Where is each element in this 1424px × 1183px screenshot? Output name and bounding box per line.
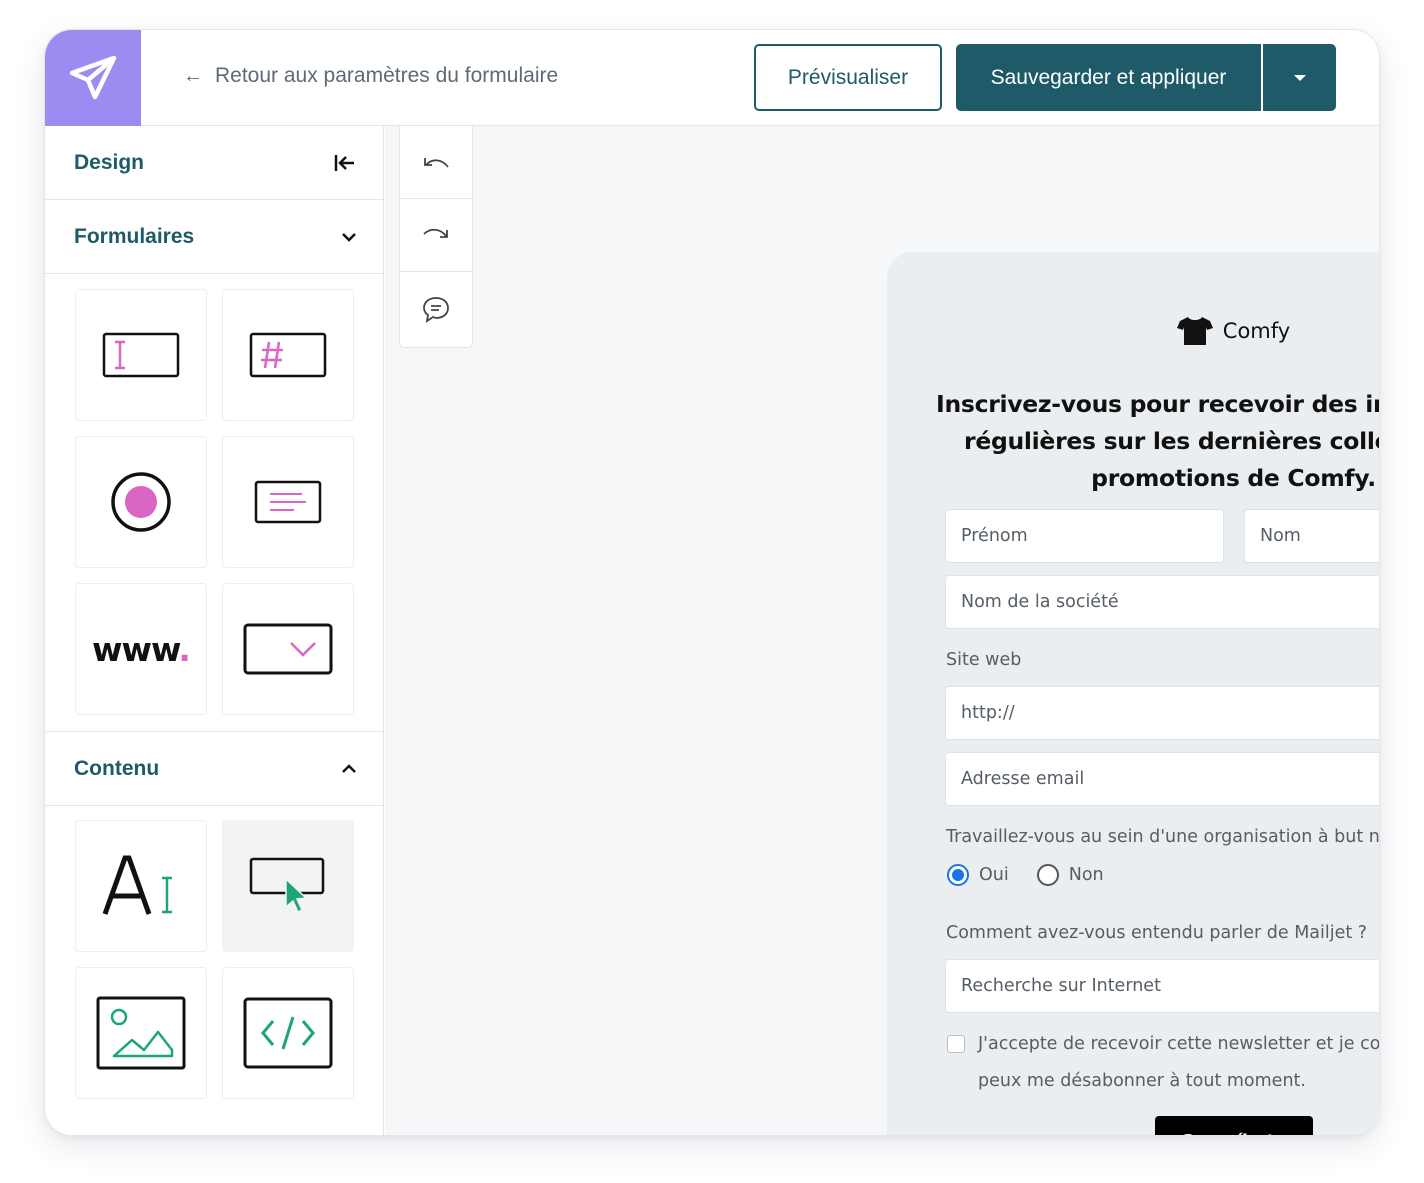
radio-tile[interactable] (75, 436, 207, 568)
company-field[interactable]: Nom de la société (945, 575, 1379, 629)
subscribe-button[interactable]: Suscríbete (1155, 1116, 1313, 1135)
heard-select[interactable]: Recherche sur Internet (945, 959, 1379, 1013)
collapse-panel-icon[interactable] (333, 153, 357, 173)
button-block-tile[interactable] (222, 820, 354, 952)
first-name-placeholder: Prénom (961, 526, 1028, 546)
number-field-icon (249, 332, 327, 378)
textarea-icon (254, 480, 322, 524)
chevron-up-icon (342, 763, 356, 773)
nonprofit-question: Travaillez-vous au sein d'une organisati… (946, 827, 1380, 847)
save-options-dropdown[interactable] (1263, 44, 1336, 111)
save-apply-button[interactable]: Sauvegarder et appliquer (956, 44, 1261, 111)
design-title: Design (74, 150, 145, 174)
redo-button[interactable] (400, 199, 472, 272)
radio-no[interactable] (1036, 864, 1059, 886)
code-block-icon (243, 997, 333, 1069)
website-field[interactable]: http:// (945, 686, 1379, 740)
form-headline: Inscrivez-vous pour recevoir des informa… (936, 390, 1379, 492)
back-link-label: Retour aux paramètres du formulaire (215, 64, 559, 87)
url-field-icon: www. (92, 629, 191, 669)
heard-select-value: Recherche sur Internet (961, 976, 1161, 996)
content-title: Contenu (74, 756, 160, 780)
app-logo[interactable] (45, 30, 141, 126)
website-label: Site web (946, 650, 1022, 670)
editor-canvas: Comfy Inscrivez-vous pour recevoir des i… (385, 126, 1380, 1135)
dropdown-icon (243, 623, 333, 675)
last-name-field[interactable]: Nom (1244, 509, 1379, 563)
text-block-tile[interactable] (75, 820, 207, 952)
brand-name: Comfy (1222, 319, 1291, 343)
button-block-icon (249, 857, 325, 914)
consent-checkbox[interactable] (947, 1035, 965, 1053)
textarea-tile[interactable] (222, 436, 354, 568)
heard-question: Comment avez-vous entendu parler de Mail… (946, 923, 1368, 943)
forms-title: Formulaires (74, 224, 195, 248)
image-block-icon (96, 996, 186, 1070)
brand-header: Comfy (887, 316, 1379, 346)
company-placeholder: Nom de la société (961, 592, 1119, 612)
email-field[interactable]: Adresse email (945, 752, 1379, 806)
history-toolbar (399, 126, 473, 348)
caret-down-icon (1293, 74, 1306, 81)
radio-yes[interactable] (947, 864, 969, 886)
preview-button[interactable]: Prévisualiser (754, 44, 942, 111)
tshirt-logo-icon (1176, 317, 1213, 345)
undo-button[interactable] (400, 126, 472, 199)
forms-section-header[interactable]: Formulaires (45, 200, 383, 274)
image-block-tile[interactable] (75, 967, 207, 1099)
www-dot: . (178, 629, 191, 669)
consent-text: J'accepte de recevoir cette newsletter e… (978, 1034, 1380, 1091)
www-text: www (92, 629, 179, 669)
comment-icon (423, 296, 449, 323)
dropdown-tile[interactable] (222, 583, 354, 715)
nonprofit-radio-group: Oui Non (947, 864, 1104, 886)
app-window: Comfy Inscrivez-vous pour recevoir des i… (44, 29, 1380, 1136)
top-bar: ← Retour aux paramètres du formulaire Pr… (45, 30, 1379, 126)
content-section-header[interactable]: Contenu (45, 731, 383, 806)
form-preview-card: Comfy Inscrivez-vous pour recevoir des i… (887, 252, 1380, 1135)
code-block-tile[interactable] (222, 967, 354, 1099)
email-placeholder: Adresse email (961, 769, 1085, 789)
radio-yes-label: Oui (979, 865, 1009, 885)
undo-icon (424, 158, 449, 168)
chevron-down-icon (342, 232, 356, 242)
radio-no-label: Non (1068, 865, 1104, 885)
number-field-tile[interactable] (222, 289, 354, 421)
last-name-placeholder: Nom (1260, 526, 1301, 546)
radio-icon (111, 472, 171, 532)
redo-icon (423, 228, 448, 238)
url-field-tile[interactable]: www. (75, 583, 207, 715)
design-header[interactable]: Design (45, 126, 383, 200)
first-name-field[interactable]: Prénom (945, 509, 1224, 563)
left-sidebar: Design Formulaires www. Contenu (45, 126, 384, 1135)
comment-button[interactable] (400, 272, 472, 345)
text-field-tile[interactable] (75, 289, 207, 421)
website-value: http:// (961, 703, 1015, 723)
arrow-left-icon: ← (183, 64, 203, 87)
text-field-icon (102, 332, 180, 378)
back-link[interactable]: ← Retour aux paramètres du formulaire (183, 64, 558, 88)
text-block-icon (102, 855, 172, 915)
paper-plane-icon (69, 55, 117, 100)
